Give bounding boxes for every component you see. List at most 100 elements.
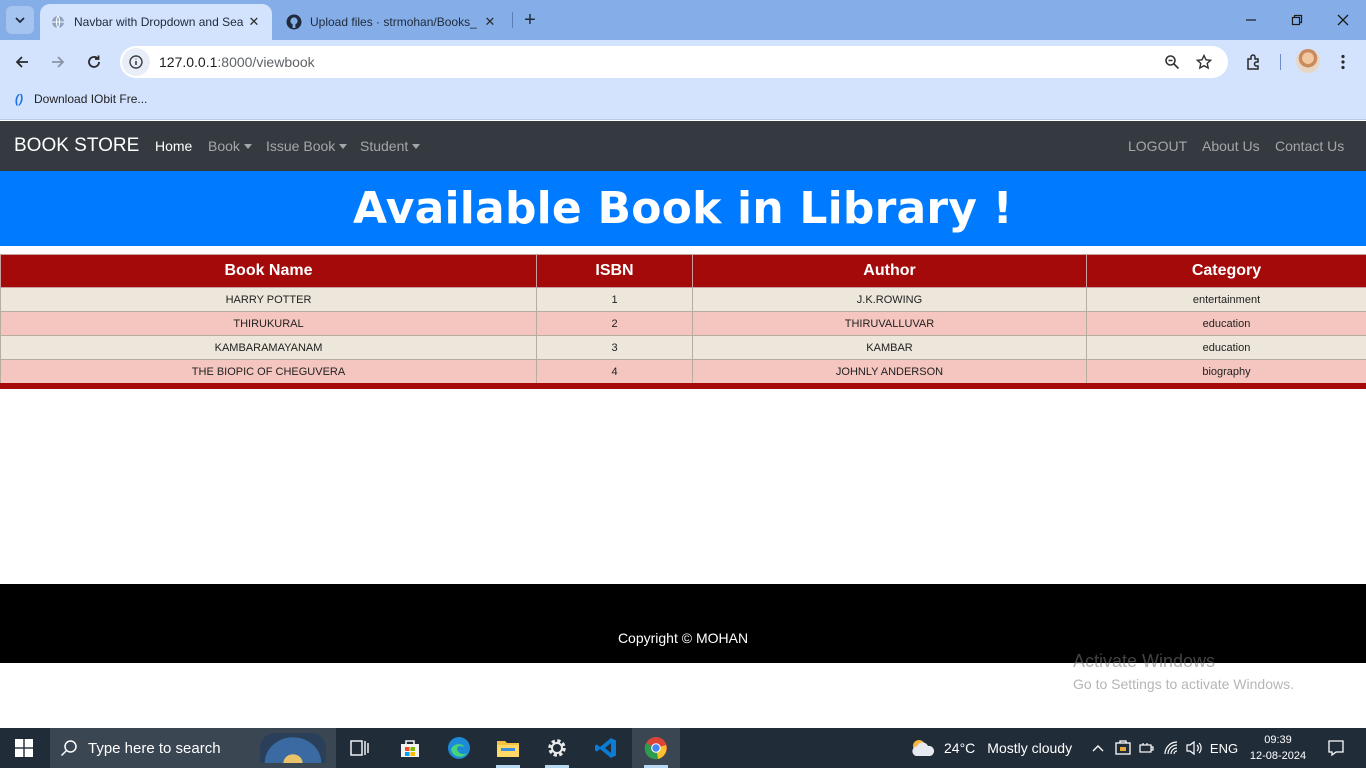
iobit-icon: () xyxy=(15,92,23,106)
notification-icon xyxy=(1328,740,1344,757)
page-title: Available Book in Library ! xyxy=(353,183,1013,234)
caret-down-icon xyxy=(243,144,252,149)
cell-category: biography xyxy=(1086,359,1366,384)
system-clock[interactable]: 09:39 12-08-2024 xyxy=(1246,732,1310,764)
task-view-icon xyxy=(350,740,369,756)
tray-app-icon[interactable] xyxy=(1112,728,1134,768)
edge-button[interactable] xyxy=(435,728,483,768)
notification-center-button[interactable] xyxy=(1318,728,1354,768)
nav-link-logout[interactable]: LOGOUT xyxy=(1128,138,1187,154)
start-button[interactable] xyxy=(0,728,48,768)
back-button[interactable] xyxy=(8,48,36,76)
restore-button[interactable] xyxy=(1274,0,1320,40)
column-header-author: Author xyxy=(692,254,1087,288)
close-window-button[interactable] xyxy=(1320,0,1366,40)
cell-isbn: 4 xyxy=(536,359,693,384)
activate-windows-watermark: Activate Windows Go to Settings to activ… xyxy=(1073,651,1294,692)
browser-tab[interactable]: Upload files · strmohan/Books_ ✕ xyxy=(276,4,508,40)
profile-avatar[interactable] xyxy=(1296,49,1320,73)
caret-down-icon xyxy=(412,144,421,149)
weather-widget[interactable]: 24°C Mostly cloudy xyxy=(910,728,1072,768)
new-tab-button[interactable]: + xyxy=(518,8,542,32)
kebab-menu-icon[interactable] xyxy=(1329,48,1357,76)
folder-icon xyxy=(497,741,519,757)
table-row: THIRUKURAL 2 THIRUVALLUVAR education xyxy=(0,311,1366,336)
bookmark-item[interactable]: () Download IObit Fre... xyxy=(12,92,147,106)
cell-author: J.K.ROWING xyxy=(692,287,1087,312)
cell-book-name: KAMBARAMAYANAM xyxy=(0,335,537,360)
weather-text: Mostly cloudy xyxy=(987,740,1073,756)
extensions-icon[interactable] xyxy=(1240,48,1268,76)
cell-category: education xyxy=(1086,311,1366,336)
minimize-icon xyxy=(1246,19,1256,21)
cell-isbn: 1 xyxy=(536,287,693,312)
edge-icon xyxy=(448,737,470,759)
chevron-down-icon xyxy=(15,17,25,24)
column-header-category: Category xyxy=(1086,254,1366,288)
table-footer-bar xyxy=(0,383,1366,389)
table-row: THE BIOPIC OF CHEGUVERA 4 JOHNLY ANDERSO… xyxy=(0,359,1366,384)
caret-down-icon xyxy=(339,144,348,149)
table-row: KAMBARAMAYANAM 3 KAMBAR education xyxy=(0,335,1366,360)
tab-title: Navbar with Dropdown and Sea xyxy=(74,15,244,29)
chrome-button[interactable] xyxy=(632,728,680,768)
watermark-title: Activate Windows xyxy=(1073,651,1216,671)
temperature-text: 24°C xyxy=(944,740,976,756)
clock-time: 09:39 xyxy=(1264,734,1292,746)
file-explorer-button[interactable] xyxy=(484,728,532,768)
nav-dropdown-issue-book[interactable]: Issue Book xyxy=(266,138,348,154)
cell-isbn: 3 xyxy=(536,335,693,360)
site-info-icon[interactable] xyxy=(122,48,150,76)
tab-title: Upload files · strmohan/Books_ xyxy=(310,15,477,29)
watermark-subtitle: Go to Settings to activate Windows. xyxy=(1073,676,1294,692)
cell-author: THIRUVALLUVAR xyxy=(692,311,1087,336)
minimize-button[interactable] xyxy=(1228,0,1274,40)
arrow-left-icon xyxy=(15,56,28,68)
nav-link-home[interactable]: Home xyxy=(155,138,192,154)
nav-dropdown-student[interactable]: Student xyxy=(360,138,421,154)
cell-category: education xyxy=(1086,335,1366,360)
zoom-icon[interactable] xyxy=(1158,48,1186,76)
microsoft-store-button[interactable] xyxy=(386,728,434,768)
site-navbar: BOOK STORE Home Book Issue Book Student … xyxy=(0,121,1366,171)
copyright-text: Copyright © MOHAN xyxy=(617,629,749,646)
browser-tab-strip: Navbar with Dropdown and Sea ✕ Upload fi… xyxy=(0,0,1366,40)
arrow-right-icon xyxy=(52,56,65,68)
cell-category: entertainment xyxy=(1086,287,1366,312)
forward-button[interactable] xyxy=(44,48,72,76)
reload-button[interactable] xyxy=(80,48,108,76)
taskbar-search[interactable]: Type here to search xyxy=(50,728,336,768)
close-tab-icon[interactable]: ✕ xyxy=(482,14,498,30)
cell-author: KAMBAR xyxy=(692,335,1087,360)
wifi-icon[interactable] xyxy=(1160,728,1182,768)
nav-link-contact[interactable]: Contact Us xyxy=(1275,138,1344,154)
address-bar[interactable]: 127.0.0.1:8000/viewbook xyxy=(120,46,1228,78)
cell-book-name: THE BIOPIC OF CHEGUVERA xyxy=(0,359,537,384)
column-header-book-name: Book Name xyxy=(0,254,537,288)
battery-plug-icon[interactable] xyxy=(1136,728,1158,768)
show-hidden-icons-button[interactable] xyxy=(1088,728,1108,768)
tab-divider xyxy=(512,12,513,28)
language-indicator[interactable]: ENG xyxy=(1208,728,1240,768)
web-page: BOOK STORE Home Book Issue Book Student … xyxy=(0,121,1366,728)
navbar-brand[interactable]: BOOK STORE xyxy=(14,135,139,157)
volume-icon[interactable] xyxy=(1183,728,1205,768)
browser-tab-active[interactable]: Navbar with Dropdown and Sea ✕ xyxy=(40,4,272,40)
books-table: Book Name ISBN Author Category HARRY POT… xyxy=(0,254,1366,384)
table-header-row: Book Name ISBN Author Category xyxy=(0,254,1366,288)
vscode-button[interactable] xyxy=(582,728,630,768)
bookmark-star-icon[interactable] xyxy=(1190,48,1218,76)
nav-link-about[interactable]: About Us xyxy=(1202,138,1260,154)
settings-button[interactable] xyxy=(533,728,581,768)
store-icon xyxy=(401,740,419,757)
chevron-up-icon xyxy=(1092,745,1104,752)
clock-date: 12-08-2024 xyxy=(1249,750,1307,762)
close-tab-icon[interactable]: ✕ xyxy=(246,14,262,30)
column-header-isbn: ISBN xyxy=(536,254,693,288)
gear-icon xyxy=(548,739,566,757)
cell-book-name: THIRUKURAL xyxy=(0,311,537,336)
task-view-button[interactable] xyxy=(336,728,384,768)
nav-dropdown-book[interactable]: Book xyxy=(208,138,252,154)
cell-book-name: HARRY POTTER xyxy=(0,287,537,312)
tab-search-button[interactable] xyxy=(6,6,34,34)
